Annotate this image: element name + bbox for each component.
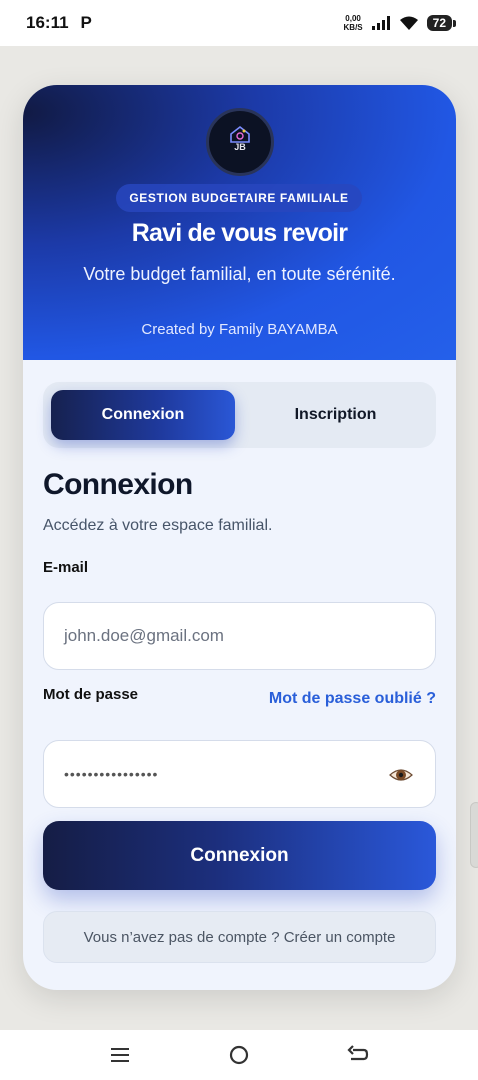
- status-time: 16:11: [26, 13, 69, 32]
- hero-title: Ravi de vous revoir: [131, 219, 348, 247]
- tab-inscription[interactable]: Inscription: [243, 390, 428, 440]
- logo-text: JB: [234, 142, 246, 152]
- net-speed-unit: KB/S: [343, 23, 363, 32]
- create-account-link[interactable]: Vous n’avez pas de compte ? Créer un com…: [43, 911, 436, 963]
- form-title: Connexion: [43, 468, 193, 501]
- system-nav-bar: [0, 1030, 478, 1080]
- email-label: E-mail: [43, 559, 89, 576]
- notification-p-icon: P: [80, 13, 92, 32]
- password-value: ••••••••••••••••: [64, 766, 159, 782]
- app-badge: GESTION BUDGETAIRE FAMILIALE: [116, 184, 362, 212]
- hero-header: JB GESTION BUDGETAIRE FAMILIALE Ravi de …: [23, 85, 456, 360]
- battery-icon: 72: [426, 15, 457, 31]
- password-field[interactable]: ••••••••••••••••: [43, 740, 436, 808]
- form-subtitle: Accédez à votre espace familial.: [43, 517, 273, 534]
- password-label: Mot de passe: [43, 686, 139, 703]
- login-button[interactable]: Connexion: [43, 821, 436, 890]
- email-field[interactable]: john.doe@gmail.com: [43, 602, 436, 670]
- net-speed: 0,00 KB/S: [344, 14, 363, 32]
- hero-subtitle: Votre budget familial, en toute sérénité…: [83, 264, 396, 284]
- home-icon[interactable]: [219, 1035, 259, 1075]
- wifi-icon: [399, 16, 418, 30]
- scroll-handle[interactable]: [470, 802, 478, 868]
- hero-credit: Created by Family BAYAMBA: [141, 321, 338, 338]
- tab-connexion[interactable]: Connexion: [51, 390, 235, 440]
- forgot-password-link[interactable]: Mot de passe oublié ?: [269, 690, 436, 708]
- status-right: 0,00 KB/S 72: [344, 14, 457, 32]
- house-logo-icon: [230, 125, 250, 143]
- eye-icon[interactable]: [389, 763, 413, 787]
- auth-tabs: Connexion Inscription: [43, 382, 436, 448]
- back-icon[interactable]: [338, 1035, 378, 1075]
- status-left: 16:11 P: [26, 13, 92, 33]
- net-speed-value: 0,00: [345, 14, 361, 23]
- menu-icon[interactable]: [100, 1035, 140, 1075]
- login-card: JB GESTION BUDGETAIRE FAMILIALE Ravi de …: [23, 85, 456, 990]
- app-logo: JB: [206, 108, 274, 176]
- email-placeholder: john.doe@gmail.com: [64, 626, 224, 645]
- signal-icon: [371, 16, 390, 30]
- status-bar: 16:11 P 0,00 KB/S 72: [0, 0, 478, 46]
